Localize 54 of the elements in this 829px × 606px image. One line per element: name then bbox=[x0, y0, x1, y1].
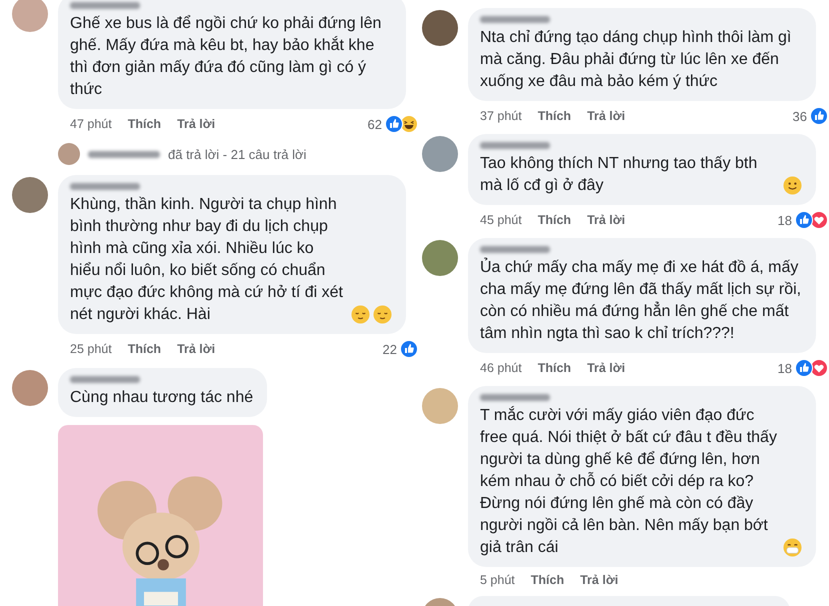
comment-text: Nta chỉ đứng tạo dáng chụp hình thôi làm gì mà căng. Đâu phải đứng từ lúc lên xe đến xuống xe đâu mà bảo kém ý thức bbox=[480, 28, 792, 92]
comment-text: Ghế xe bus là để ngồi chứ ko phải đứng lên ghế. Mấy đứa mà kêu bt, hay bảo khắt khe thì đơn giản mấy đứa đó cũng làm gì có ý thức bbox=[70, 14, 382, 100]
avatar[interactable] bbox=[12, 370, 48, 406]
reaction-count: 22 bbox=[382, 342, 397, 356]
comment-text: Khùng, thần kinh. Người ta chụp hình bình thường như bay đi du lịch chụp hình mà cũng xỉa xói. Nhiều lúc ko hiểu nổi luôn, ko biết sống có chuẩn mực đạo đức không mà cứ hở tí đi xét nét người khác. Hài bbox=[70, 195, 344, 325]
blurred-name bbox=[480, 142, 550, 149]
laughing-face-icon bbox=[400, 115, 418, 133]
like-icon bbox=[400, 340, 418, 358]
reply-link[interactable]: Trả lời bbox=[587, 361, 626, 375]
comment-time: 5 phút bbox=[480, 573, 515, 587]
relieved-face-icon bbox=[351, 305, 370, 324]
blurred-name bbox=[480, 394, 550, 401]
comment-text: Ủa chứ mấy cha mấy mẹ đi xe hát đồ á, mấy cha mấy mẹ đứng lên đã thấy mất lịch sự rồi, còn có nhiều má đứng hẳn lên ghế che mất tâm nhìn ngta thì sao k chỉ trích???! bbox=[480, 257, 802, 344]
reaction-count: 18 bbox=[778, 360, 792, 376]
comment-time: 45 phút bbox=[480, 213, 522, 227]
reply-link[interactable]: Trả lời bbox=[587, 109, 626, 123]
like-link[interactable]: Thích bbox=[128, 117, 162, 131]
reply-link[interactable]: Trả lời bbox=[177, 342, 216, 356]
smiley-face-icon bbox=[783, 176, 802, 195]
blurred-name bbox=[70, 376, 140, 383]
blurred-name bbox=[480, 246, 550, 253]
mask-face-icon bbox=[783, 538, 802, 557]
reply-link[interactable]: Trả lời bbox=[177, 117, 216, 131]
like-link[interactable]: Thích bbox=[538, 361, 572, 375]
blurred-name bbox=[70, 183, 140, 190]
comment-time: 47 phút bbox=[70, 117, 112, 131]
comment-text: Cùng nhau tương tác nhé bbox=[70, 388, 254, 408]
reaction-count: 18 bbox=[778, 212, 792, 228]
blurred-name bbox=[70, 2, 140, 9]
replies-link[interactable]: đã trả lời - 21 câu trả lời bbox=[168, 146, 306, 162]
avatar[interactable] bbox=[422, 136, 458, 172]
blurred-name bbox=[480, 16, 550, 23]
reply-link[interactable]: Trả lời bbox=[587, 213, 626, 227]
relieved-face-icon bbox=[373, 305, 392, 324]
like-link[interactable]: Thích bbox=[538, 213, 572, 227]
reaction-count: 62 bbox=[368, 116, 382, 132]
like-link[interactable]: Thích bbox=[128, 342, 162, 356]
blurred-name bbox=[88, 150, 160, 158]
comment-text: T mắc cười với mấy giáo viên đạo đức free quá. Nói thiệt ở bất cứ đâu t đều thấy người ta dùng ghế kê để đứng lên, hơn kém nhau ở chỗ có biết cởi dép ra ko? Đừng nói đứng lên ghế mà còn có đầy người ngồi cả lên bàn. Nên mấy bạn bớt giả trân cái bbox=[480, 405, 778, 558]
like-icon bbox=[795, 211, 813, 229]
reply-link[interactable]: Trả lời bbox=[580, 573, 618, 587]
like-link[interactable]: Thích bbox=[530, 573, 564, 587]
reaction-count: 36 bbox=[792, 108, 807, 124]
like-link[interactable]: Thích bbox=[538, 109, 572, 123]
avatar[interactable] bbox=[422, 10, 458, 46]
comment-time: 37 phút bbox=[480, 109, 522, 123]
like-icon bbox=[385, 115, 403, 133]
comment-time: 25 phút bbox=[70, 342, 112, 356]
comment-text: Tao không thích NT nhưng tao thấy bth mà lố cđ gì ở đây bbox=[480, 154, 758, 196]
like-icon bbox=[795, 359, 813, 377]
avatar[interactable] bbox=[12, 177, 48, 213]
avatar[interactable] bbox=[422, 240, 458, 276]
comment-time: 46 phút bbox=[480, 361, 522, 375]
like-icon bbox=[810, 107, 828, 125]
